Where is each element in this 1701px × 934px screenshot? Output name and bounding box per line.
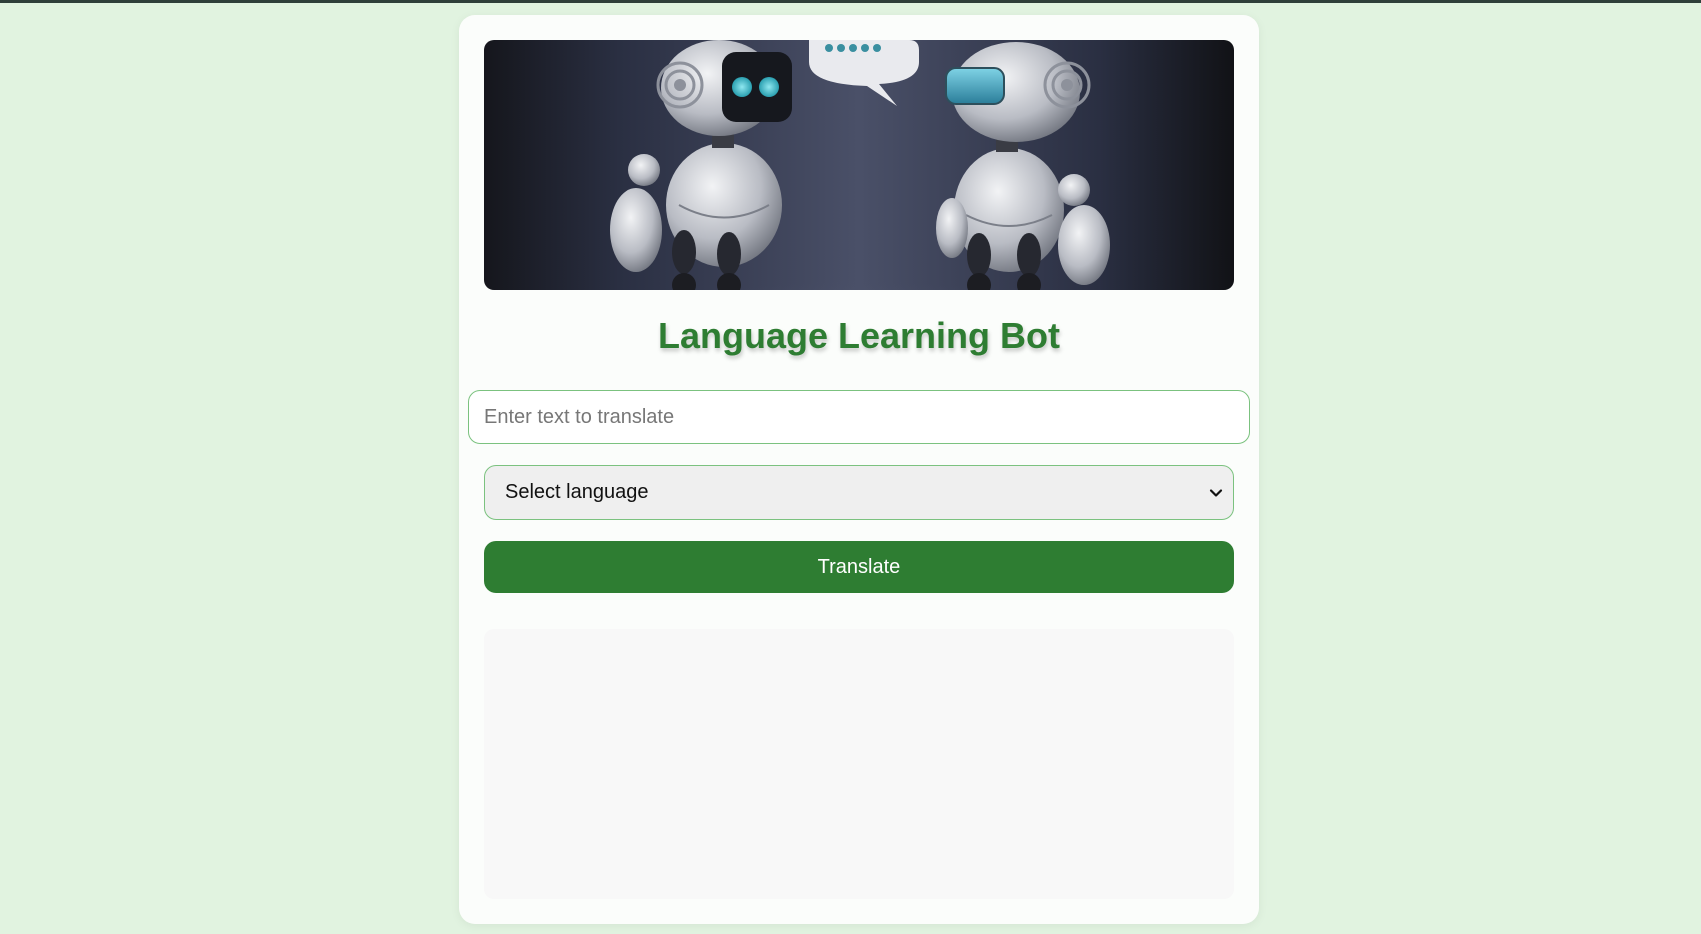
speech-bubble <box>799 40 919 106</box>
language-select[interactable]: Select language <box>484 465 1234 520</box>
language-select-value: Select language <box>505 481 649 503</box>
page-title: Language Learning Bot <box>657 315 1060 356</box>
chevron-down-icon <box>1209 488 1223 497</box>
translator-card: Language Learning Bot Select language Tr… <box>459 15 1259 924</box>
translation-output <box>484 629 1234 899</box>
robots-banner-image <box>484 40 1234 290</box>
top-border <box>0 0 1701 3</box>
translate-text-input[interactable] <box>468 390 1250 444</box>
translate-button[interactable]: Translate <box>484 541 1234 593</box>
